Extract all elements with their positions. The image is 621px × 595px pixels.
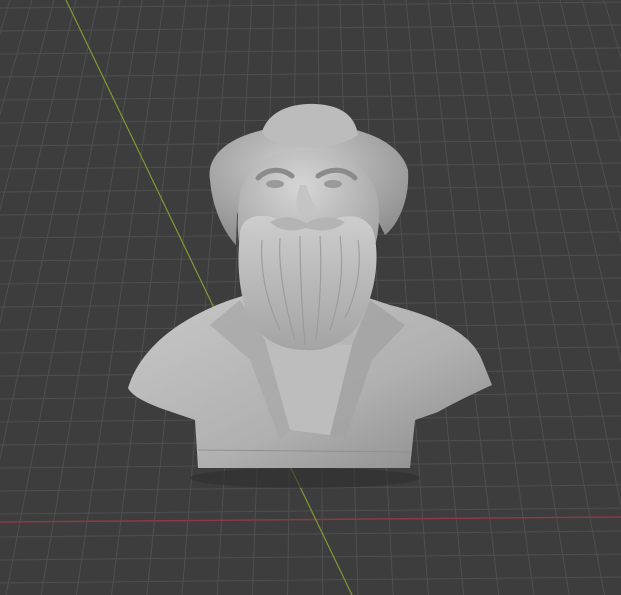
grid-line bbox=[75, 0, 165, 595]
3d-viewport[interactable] bbox=[0, 0, 621, 595]
grid-line bbox=[146, 0, 209, 595]
grid-line bbox=[0, 0, 55, 212]
grid-line bbox=[383, 0, 429, 595]
grid-line bbox=[0, 93, 621, 101]
grid-line bbox=[493, 0, 605, 595]
x-axis-line bbox=[0, 516, 621, 523]
grid-line bbox=[471, 0, 570, 595]
grid-line bbox=[111, 0, 187, 595]
grid-line bbox=[515, 0, 621, 508]
grid-line bbox=[0, 576, 621, 584]
grid-line bbox=[0, 0, 77, 325]
grid-line bbox=[0, 0, 11, 35]
grid-line bbox=[559, 0, 621, 245]
grid-line bbox=[537, 0, 621, 364]
grid-line bbox=[427, 0, 500, 595]
grid-line bbox=[5, 0, 121, 595]
grid-line bbox=[0, 70, 621, 78]
grid-line bbox=[40, 0, 143, 595]
grid-line bbox=[0, 0, 33, 117]
grid-line bbox=[0, 24, 621, 32]
grid-line bbox=[405, 0, 465, 595]
grid-line bbox=[0, 47, 621, 55]
grid-line bbox=[0, 1, 621, 9]
grid-line bbox=[449, 0, 535, 595]
grid-line bbox=[0, 530, 621, 538]
viewport-canvas[interactable] bbox=[0, 0, 621, 595]
grid-line bbox=[0, 0, 99, 461]
bust-model[interactable] bbox=[128, 103, 492, 488]
